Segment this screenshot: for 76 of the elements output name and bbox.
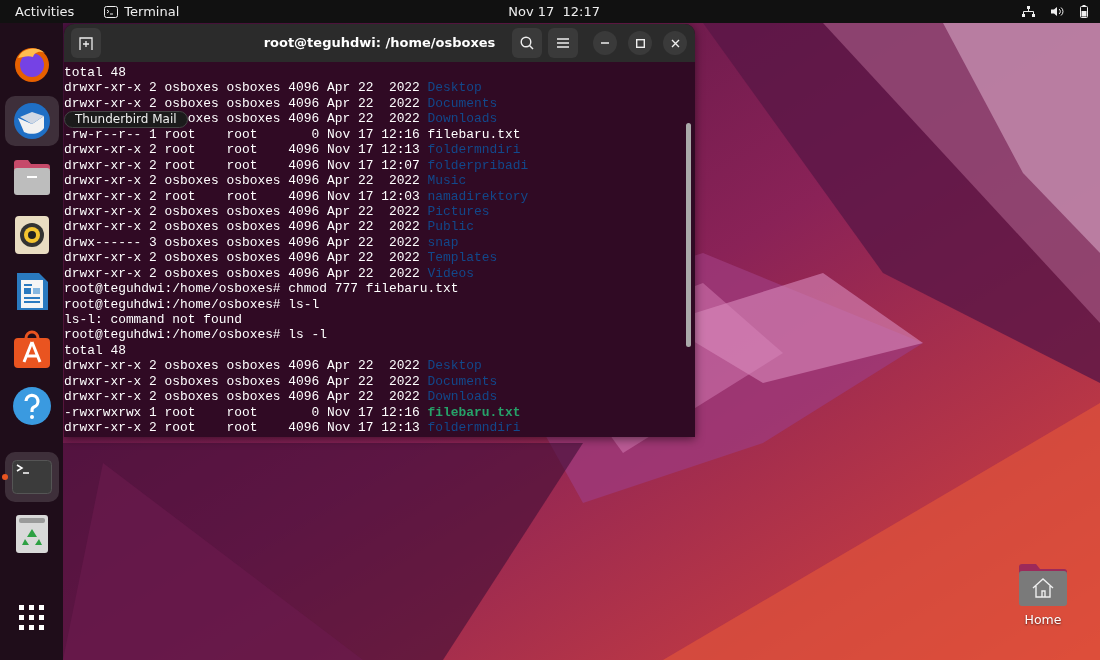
- volume-icon[interactable]: [1051, 6, 1064, 17]
- terminal-line: drwx------ 3 osboxes osboxes 4096 Apr 22 2022: [64, 234, 420, 250]
- search-icon: [520, 36, 534, 50]
- directory-name: Documents: [427, 95, 498, 111]
- activities-button[interactable]: Activities: [15, 0, 75, 23]
- terminal-line: drwxr-xr-x 2 osboxes osboxes 4096 Apr 22 2022: [64, 373, 420, 389]
- terminal-line: oxes osboxes 4096 Apr 22 2022: [187, 111, 420, 127]
- clock[interactable]: Nov 17 12:17: [508, 0, 601, 23]
- new-tab-button[interactable]: [71, 28, 101, 58]
- file-name: filebaru.txt: [427, 404, 521, 420]
- directory-name: Public: [427, 219, 474, 235]
- terminal-line: root@teguhdwi:/home/osboxes# ls -l: [64, 327, 327, 343]
- directory-name: foldermndiri: [427, 420, 521, 436]
- terminal-line: root@teguhdwi:/home/osboxes# chmod 777 filebaru.txt: [64, 281, 459, 297]
- document-icon: [14, 272, 49, 312]
- terminal-line: total 48: [64, 342, 126, 358]
- maximize-button[interactable]: [628, 31, 652, 55]
- terminal-line: drwxr-xr-x 2 osboxes osboxes 4096 Apr 22 2022: [64, 250, 420, 266]
- terminal-line: -rw-r--r-- 1 root root 0 Nov 17 12:16: [64, 126, 420, 142]
- close-icon: [670, 38, 680, 48]
- search-button[interactable]: [512, 28, 542, 58]
- terminal-icon: [11, 460, 52, 494]
- file-name: filebaru.txt: [427, 126, 521, 142]
- directory-name: Templates: [427, 250, 498, 266]
- directory-name: Downloads: [427, 389, 498, 405]
- terminal-line: root@teguhdwi:/home/osboxes# ls-l: [64, 296, 320, 312]
- terminal-line: drwxr-xr-x 2 osboxes osboxes 4096 Apr 22 2022: [64, 389, 420, 405]
- directory-name: Desktop: [427, 80, 482, 96]
- terminal-line: drwxr-xr-x 2 root root 4096 Nov 17 12:13: [64, 142, 420, 158]
- scrollbar[interactable]: [686, 123, 691, 347]
- shopping-bag-icon: [11, 329, 52, 369]
- directory-name: Music: [427, 173, 467, 189]
- terminal-line: total 48: [64, 65, 126, 80]
- directory-name: Downloads: [427, 111, 498, 127]
- maximize-icon: [635, 38, 645, 48]
- app-grid-icon: [17, 604, 46, 632]
- recycle-bin-icon: [15, 515, 48, 553]
- directory-name: foldermndiri: [427, 142, 521, 158]
- menu-icon: [557, 38, 569, 48]
- dock-item[interactable]: [4, 96, 59, 146]
- directory-name: Videos: [427, 265, 474, 281]
- terminal-line: drwxr-xr-x 2 osboxes osboxes 4096 Apr 22 2022: [64, 203, 420, 219]
- menu-button[interactable]: [548, 28, 578, 58]
- help-icon: [11, 386, 52, 426]
- terminal-line: drwxr-xr-x 2 root root 4096 Nov 17 12:07: [64, 157, 420, 173]
- terminal-icon: [104, 5, 119, 18]
- terminal-line: drwxr-xr-x 2 osboxes osboxes 4096 Apr 22 2022: [64, 80, 420, 96]
- terminal-line: drwxr-xr-x 2 osboxes osboxes 4096 Apr 22 2022: [64, 358, 420, 374]
- new-tab-icon: [79, 36, 93, 50]
- terminal-line: -rwxrwxrwx 1 root root 0 Nov 17 12:16: [64, 404, 420, 420]
- directory-name: folderpribadi: [427, 157, 529, 173]
- minimize-button[interactable]: [593, 31, 617, 55]
- home-folder-icon: [1018, 563, 1068, 607]
- close-button[interactable]: [663, 31, 687, 55]
- directory-name: Desktop: [427, 358, 482, 374]
- app-menu[interactable]: Terminal: [104, 0, 180, 23]
- desktop-icon[interactable]: Home: [1008, 563, 1078, 630]
- terminal-line: ls-l: command not found: [64, 312, 242, 327]
- terminal-line: drwxr-xr-x 2 root root 4096 Nov 17 12:13: [64, 420, 420, 436]
- terminal-line: drwxr-xr-x 2 osboxes osboxes 4096 Apr 22 2022: [64, 219, 420, 235]
- terminal-line: drwxr-xr-x 2 osboxes osboxes 4096 Apr 22 2022: [64, 95, 420, 111]
- folder-icon: [11, 159, 52, 197]
- speaker-icon: [13, 215, 50, 255]
- directory-name: Pictures: [427, 203, 490, 219]
- directory-name: namadirektory: [427, 188, 529, 204]
- terminal-line: drwxr-xr-x 2 osboxes osboxes 4096 Apr 22 2022: [64, 265, 420, 281]
- minimize-icon: [601, 42, 609, 44]
- directory-name: Documents: [427, 373, 498, 389]
- window-title: root@teguhdwi: /home/osboxes: [263, 34, 496, 52]
- battery-icon[interactable]: [1080, 5, 1088, 18]
- tooltip: Thunderbird Mail: [64, 111, 188, 128]
- network-icon[interactable]: [1022, 6, 1035, 17]
- terminal-line: drwxr-xr-x 2 root root 4096 Nov 17 12:03: [64, 188, 420, 204]
- directory-name: snap: [427, 234, 459, 250]
- terminal-line: drwxr-xr-x 2 osboxes osboxes 4096 Apr 22 2022: [64, 173, 420, 189]
- running-indicator: [1, 474, 8, 480]
